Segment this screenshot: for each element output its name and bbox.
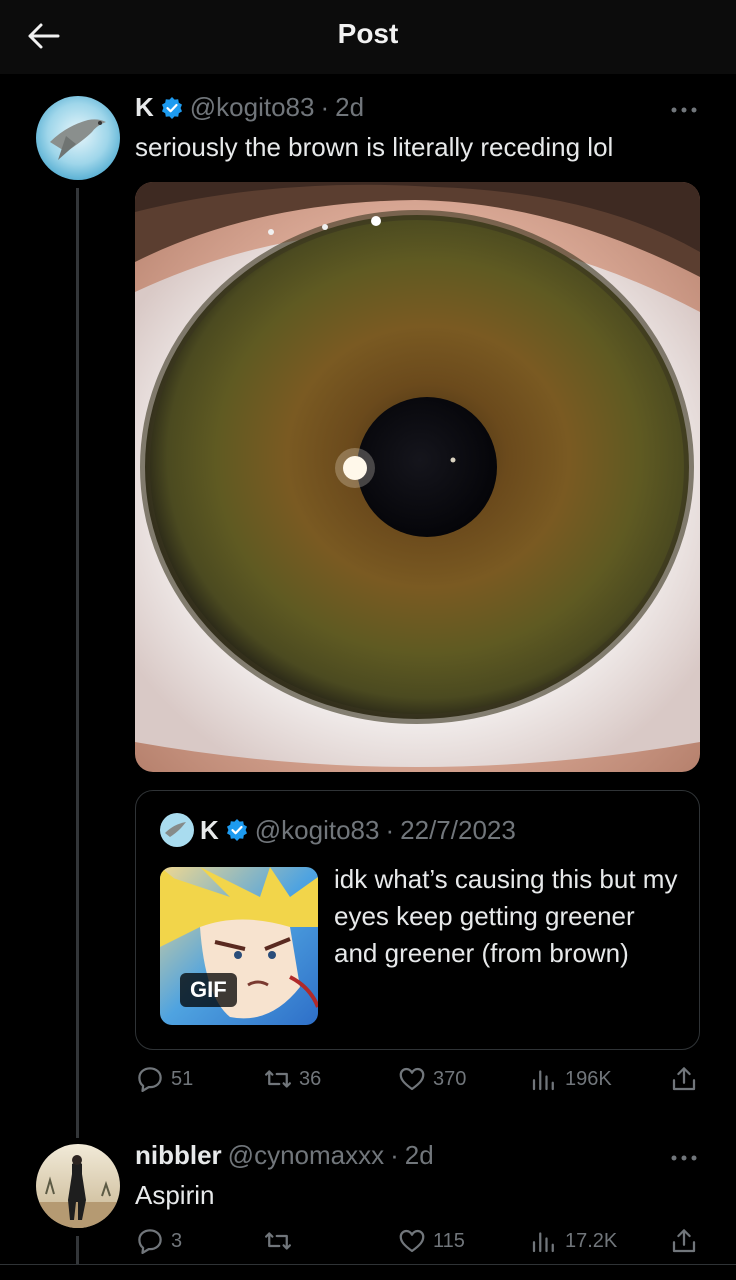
post-header: K @kogito83 · 2d [135,92,364,123]
handle: @kogito83 [254,814,380,845]
display-name[interactable]: nibbler [135,1140,222,1171]
views-icon [532,1232,554,1253]
reply-button[interactable]: 3 [135,1226,182,1256]
separator: · [320,92,330,122]
repost-count: 36 [299,1067,322,1090]
timestamp[interactable]: 2d [335,92,364,123]
post-image[interactable] [135,182,700,772]
share-icon [672,1067,696,1091]
like-icon [399,1067,425,1091]
display-name: K [200,814,219,845]
top-bar: Post [0,0,736,74]
post-text: seriously the brown is literally recedin… [135,132,614,162]
post-actions: 51 36 370 196K [135,1064,700,1100]
repost-icon [265,1232,291,1250]
reply-count: 3 [171,1229,183,1252]
thread-line [76,188,79,1138]
more-icon [671,107,697,113]
like-icon [399,1229,425,1253]
reply-header: nibbler @cynomaxxx · 2d [135,1140,434,1171]
separator: · [385,814,395,845]
more-button[interactable] [670,1142,698,1168]
avatar [160,813,194,847]
display-name[interactable]: K [135,92,154,123]
handle[interactable]: @kogito83 [190,92,315,123]
views-button[interactable]: 196K [529,1064,612,1094]
quoted-post[interactable]: K @kogito83 · 22/7/2023 GIF idk what’s c… [135,790,700,1050]
repost-icon [265,1070,291,1088]
like-button[interactable]: 370 [397,1064,466,1094]
views-icon [532,1070,554,1091]
share-button[interactable] [669,1226,699,1256]
reply-icon [138,1067,162,1092]
eye-photo [135,182,700,772]
more-icon [671,1155,697,1161]
page-title: Post [337,18,399,49]
quoted-post-header: K @kogito83 · 22/7/2023 [160,813,516,847]
reply-icon [138,1229,162,1254]
more-button[interactable] [670,94,698,120]
timestamp[interactable]: 2d [405,1140,434,1171]
avatar[interactable] [36,1144,120,1228]
like-count: 115 [433,1229,465,1252]
share-button[interactable] [669,1064,699,1094]
timestamp: 22/7/2023 [400,814,516,845]
reply-count: 51 [171,1067,194,1090]
repost-button[interactable]: 36 [263,1064,321,1094]
views-button[interactable]: 17.2K [529,1226,617,1256]
verified-badge-icon [226,819,247,841]
gif-badge: GIF [180,973,237,1007]
gif-thumbnail[interactable]: GIF [160,867,318,1025]
handle[interactable]: @cynomaxxx [228,1140,384,1171]
avatar[interactable] [36,96,120,180]
quoted-post-text: idk what’s causing this but my eyes keep… [334,864,678,968]
like-count: 370 [433,1067,467,1090]
thread-line [76,1236,79,1264]
like-button[interactable]: 115 [397,1226,465,1256]
reply-text: Aspirin [135,1180,215,1210]
divider [0,1264,736,1265]
reply-actions: 3 115 17.2K [135,1226,700,1262]
views-count: 17.2K [565,1229,618,1252]
separator: · [390,1140,399,1170]
share-icon [672,1229,696,1253]
verified-badge-icon [161,96,182,119]
reply-button[interactable]: 51 [135,1064,193,1094]
repost-button[interactable] [263,1226,299,1256]
views-count: 196K [565,1067,612,1090]
